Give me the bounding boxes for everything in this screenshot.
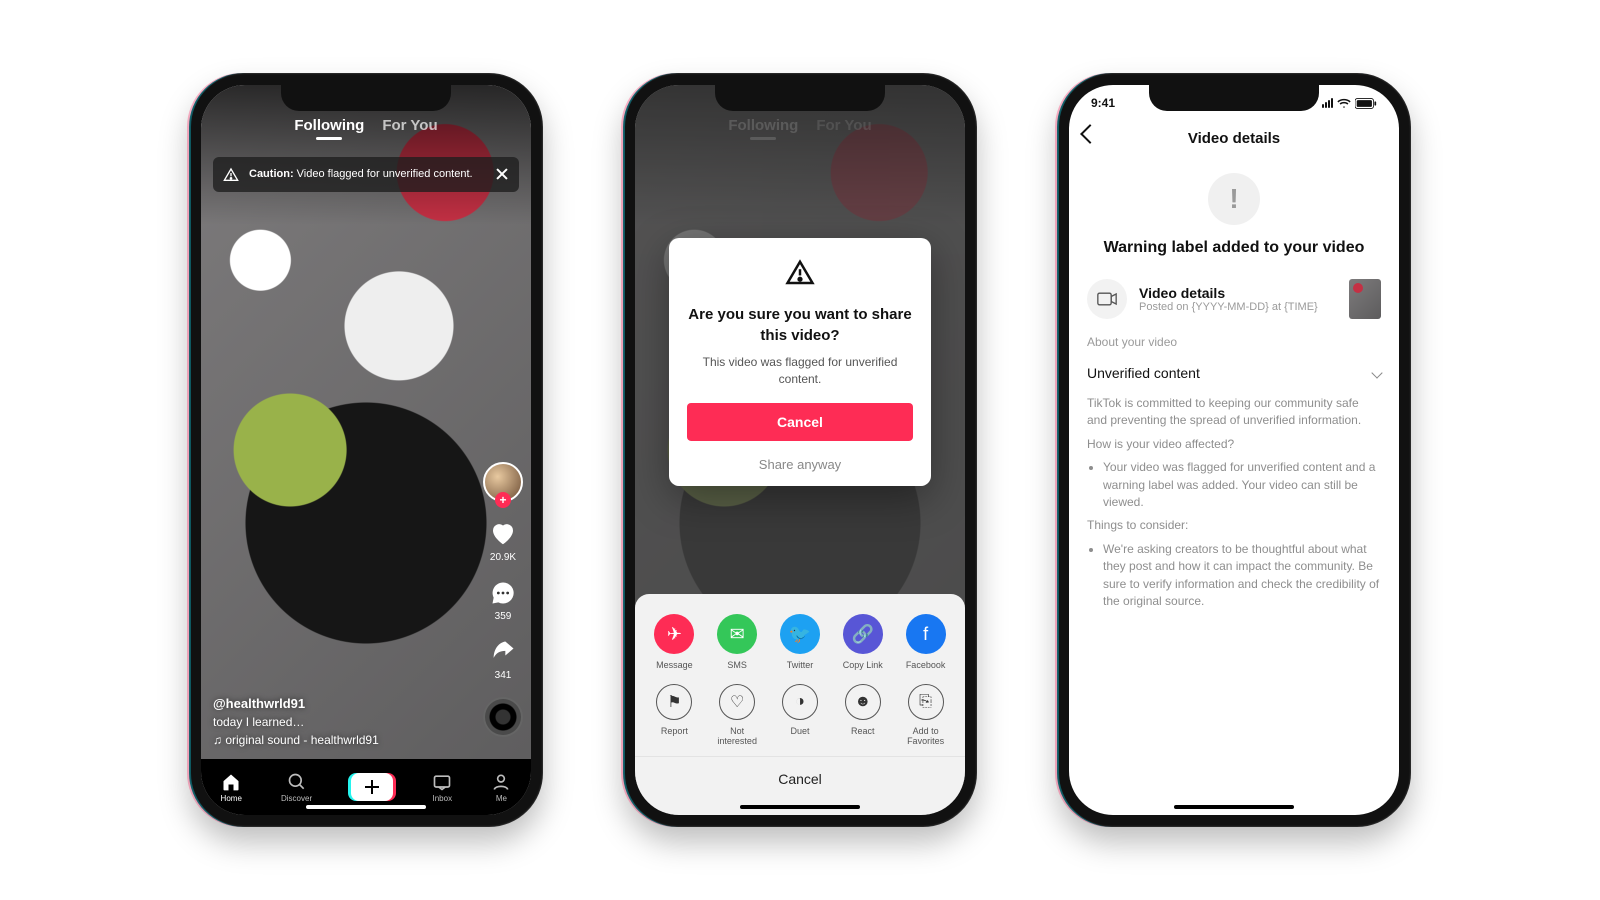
comment-count: 359 — [495, 611, 512, 622]
action-not-interested[interactable]: ♡ Not interested — [709, 684, 765, 746]
action-duet[interactable]: ◑ Duet — [772, 684, 828, 746]
tab-inbox[interactable]: Inbox — [432, 772, 452, 803]
share-label: Copy Link — [843, 660, 883, 670]
video-caption: today I learned… — [213, 713, 379, 731]
warning-icon — [785, 258, 815, 288]
share-icon: 🐦 — [780, 614, 820, 654]
video-icon — [1087, 279, 1127, 319]
bullet-affected: Your video was flagged for unverified co… — [1103, 459, 1381, 511]
details-title: Video details — [1139, 285, 1318, 301]
share-message[interactable]: ✈ Message — [646, 614, 702, 670]
tab-inbox-label: Inbox — [433, 794, 453, 803]
three-phone-layout: Following For You Caution: Video flagged… — [0, 0, 1600, 900]
share-label: Facebook — [906, 660, 946, 670]
share-confirm-modal: Are you sure you want to share this vide… — [669, 238, 931, 486]
action-add-to-favorites[interactable]: ⎘ Add to Favorites — [898, 684, 954, 746]
page-title: Video details — [1069, 119, 1399, 157]
caution-text: Video flagged for unverified content. — [294, 168, 473, 180]
video-details-row[interactable]: Video details Posted on {YYYY-MM-DD} at … — [1087, 279, 1381, 319]
create-button[interactable] — [351, 773, 393, 801]
chevron-down-icon — [1371, 367, 1382, 378]
action-report[interactable]: ⚑ Report — [646, 684, 702, 746]
action-label: React — [851, 726, 875, 736]
warning-icon: ! — [1208, 173, 1260, 225]
question-affected: How is your video affected? — [1087, 436, 1381, 453]
tab-home-label: Home — [221, 794, 242, 803]
status-time: 9:41 — [1091, 96, 1115, 110]
tab-discover-label: Discover — [281, 794, 312, 803]
warning-icon — [223, 167, 239, 188]
sound-disc[interactable] — [483, 697, 523, 737]
cancel-button[interactable]: Cancel — [687, 403, 913, 441]
phone-video-details: 9:41 Video details ! Warning label added… — [1057, 73, 1411, 827]
share-copy-link[interactable]: 🔗 Copy Link — [835, 614, 891, 670]
tab-for-you[interactable]: For You — [382, 117, 437, 140]
tab-me[interactable]: Me — [491, 772, 511, 803]
action-icon: ⚑ — [656, 684, 692, 720]
bullet-consider: We're asking creators to be thoughtful a… — [1103, 541, 1381, 611]
share-sms[interactable]: ✉ SMS — [709, 614, 765, 670]
video-thumbnail — [1349, 279, 1381, 319]
share-icon: 🔗 — [843, 614, 883, 654]
share-icon: ✈ — [654, 614, 694, 654]
like-count: 20.9K — [490, 552, 516, 563]
sheet-cancel-button[interactable]: Cancel — [635, 756, 965, 791]
action-label: Not interested — [709, 726, 765, 746]
share-button[interactable]: 341 — [489, 638, 517, 681]
action-label: Add to Favorites — [898, 726, 954, 746]
action-icon: ♡ — [719, 684, 755, 720]
share-twitter[interactable]: 🐦 Twitter — [772, 614, 828, 670]
commitment-text: TikTok is committed to keeping our commu… — [1087, 395, 1381, 430]
unverified-content-expander[interactable]: Unverified content — [1087, 357, 1381, 389]
modal-title: Are you sure you want to share this vide… — [687, 305, 913, 346]
share-label: Twitter — [787, 660, 814, 670]
share-label: Message — [656, 660, 693, 670]
warning-heading: Warning label added to your video — [1087, 239, 1381, 257]
close-icon[interactable] — [495, 167, 509, 181]
details-subtitle: Posted on {YYYY-MM-DD} at {TIME} — [1139, 301, 1318, 313]
comment-button[interactable]: 359 — [489, 579, 517, 622]
action-icon: ◑ — [782, 684, 818, 720]
tab-discover[interactable]: Discover — [281, 772, 312, 803]
phone-feed: Following For You Caution: Video flagged… — [189, 73, 543, 827]
action-label: Duet — [790, 726, 809, 736]
share-anyway-button[interactable]: Share anyway — [687, 451, 913, 472]
like-button[interactable]: 20.9K — [488, 518, 518, 563]
creator-avatar[interactable] — [483, 462, 523, 502]
action-icon: ⎘ — [908, 684, 944, 720]
question-consider: Things to consider: — [1087, 517, 1381, 534]
section-about: About your video — [1087, 335, 1381, 349]
share-sheet: ✈Message✉SMS🐦Twitter🔗Copy LinkfFacebook … — [635, 594, 965, 815]
share-icon: ✉ — [717, 614, 757, 654]
action-icon: ☻ — [845, 684, 881, 720]
caution-strong: Caution: — [249, 168, 294, 180]
action-react[interactable]: ☻ React — [835, 684, 891, 746]
caution-banner[interactable]: Caution: Video flagged for unverified co… — [213, 157, 519, 192]
share-facebook[interactable]: f Facebook — [898, 614, 954, 670]
expander-label: Unverified content — [1087, 365, 1200, 381]
tab-home[interactable]: Home — [221, 772, 242, 803]
status-icons — [1322, 98, 1377, 109]
share-icon: f — [906, 614, 946, 654]
phone-share-confirm: Following For You ✈Message✉SMS🐦Twitter🔗C… — [623, 73, 977, 827]
sound-name[interactable]: ♫ original sound - healthwrld91 — [213, 731, 379, 749]
tab-following[interactable]: Following — [294, 117, 364, 140]
share-count: 341 — [495, 670, 512, 681]
share-label: SMS — [727, 660, 747, 670]
modal-body: This video was flagged for unverified co… — [687, 354, 913, 388]
creator-handle[interactable]: @healthwrld91 — [213, 694, 379, 714]
tab-me-label: Me — [496, 794, 507, 803]
action-label: Report — [661, 726, 688, 736]
